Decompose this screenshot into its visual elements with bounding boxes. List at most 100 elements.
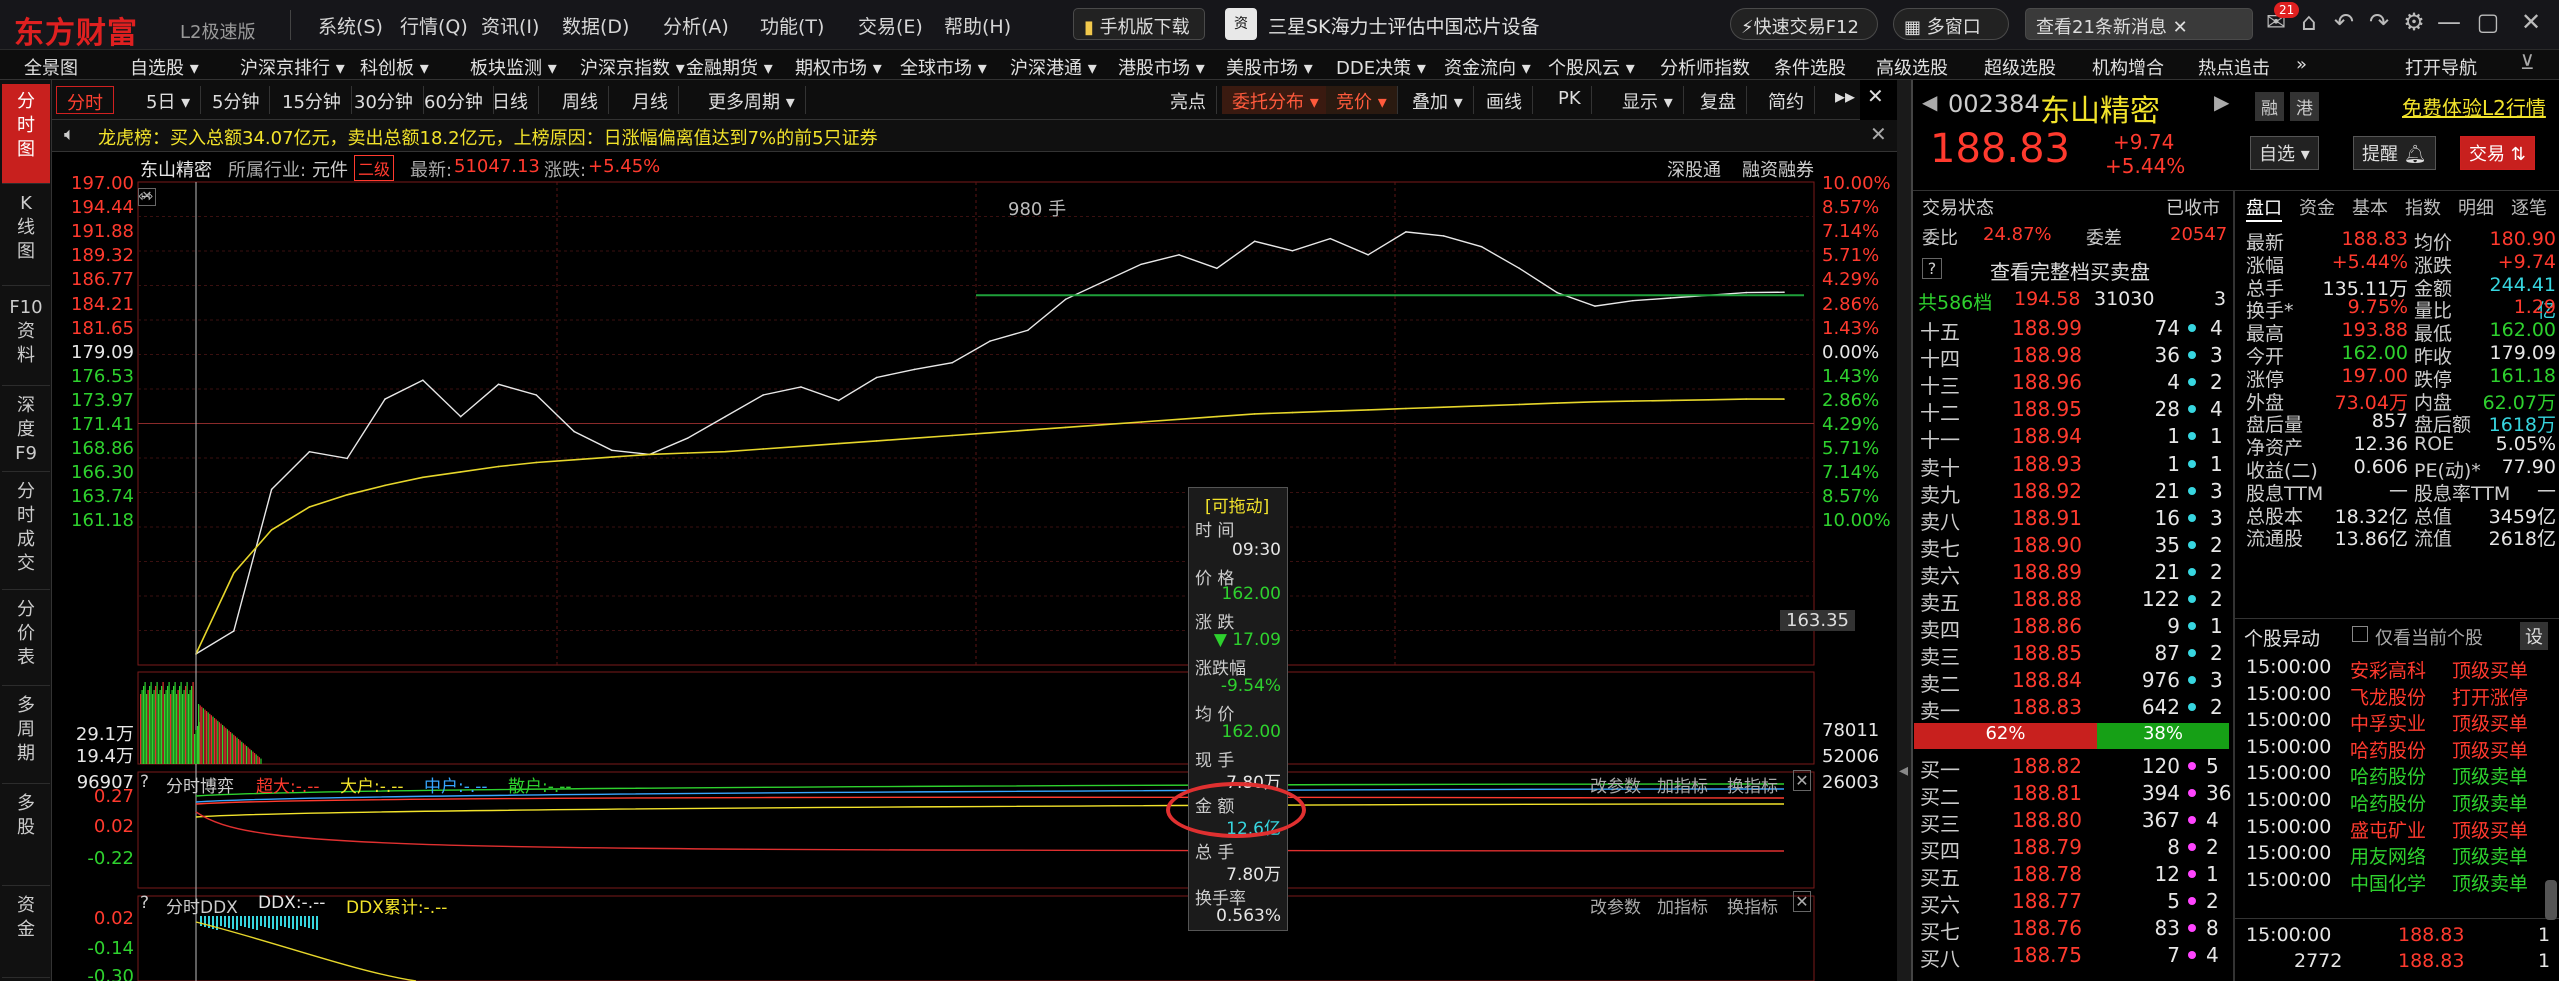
splitter-arrow-icon[interactable]: ◂ [1899,760,1908,781]
mobile-download-button[interactable]: ▮ 手机版下载 [1073,8,1205,40]
nav-item[interactable]: 自选股 ▾ [130,54,199,80]
next-stock-icon[interactable]: ▶ [2214,90,2229,114]
nav-item[interactable]: » [2296,54,2307,75]
subpanel2-close-icon[interactable]: ✕ [1793,891,1811,912]
stat-tab[interactable]: 基本 [2352,194,2388,220]
subpanel2-add[interactable]: 加指标 [1657,893,1708,918]
nav-item[interactable]: 沪深京指数 ▾ [580,54,685,80]
close-window-icon[interactable]: ✕ [2515,8,2547,40]
l2-trial-link[interactable]: 免费体验L2行情 [2402,92,2546,121]
watchlist-button[interactable]: 自选 ▾ [2250,136,2319,170]
banner-close-icon[interactable]: ✕ [1870,122,1887,146]
subpanel1-help-icon[interactable]: ? [140,772,149,792]
nav-item[interactable]: 沪深京排行 ▾ [240,54,345,80]
left-tab[interactable]: K 线 图 [2,186,50,286]
nav-item[interactable]: 超级选股 [1984,54,2056,80]
period-tab[interactable]: 30分钟 [344,86,424,114]
top-menu-item[interactable]: 分析(A) [663,12,729,39]
left-tab[interactable]: 多 周 期 [2,688,50,784]
nav-item[interactable]: 机构增合 [2092,54,2164,80]
subpanel2-title[interactable]: 分时DDX [166,893,238,918]
mover-name[interactable]: 飞龙股份 [2350,683,2426,710]
chart-tool[interactable]: 显示 ▾ [1612,86,1684,114]
stat-tab[interactable]: 逐笔 [2511,194,2547,220]
nav-item[interactable]: 港股市场 ▾ [1118,54,1205,80]
redo-icon[interactable]: ↷ [2363,8,2395,40]
stat-tab[interactable]: 明细 [2458,194,2494,220]
open-nav-button[interactable]: 打开导航 [2405,54,2477,80]
left-tab[interactable]: F10 资 料 [2,290,50,386]
book-help-icon[interactable]: ? [1922,258,1942,279]
nav-item[interactable]: 资金流向 ▾ [1444,54,1531,80]
stat-tab[interactable]: 资金 [2299,194,2335,220]
chart-tool[interactable]: 画线 [1476,86,1533,114]
left-tab[interactable]: 资 金 [2,888,50,978]
chart-tool[interactable]: 简约 [1758,86,1815,114]
minimize-icon[interactable]: — [2433,8,2465,40]
nav-collapse-icon[interactable]: ⊻ [2520,50,2535,74]
nav-item[interactable]: 期权市场 ▾ [795,54,882,80]
expand-icon[interactable]: ▸▸ [1835,84,1855,108]
nav-item[interactable]: 热点追击 [2198,54,2270,80]
subpanel2-swap[interactable]: 换指标 [1727,893,1778,918]
maximize-icon[interactable]: ▢ [2472,8,2504,40]
alert-button[interactable]: 提醒 🔔︎ [2353,136,2436,170]
nav-item[interactable]: 美股市场 ▾ [1226,54,1313,80]
quick-trade-button[interactable]: ⚡快速交易F12 [1730,8,1878,40]
top-menu-item[interactable]: 交易(E) [858,12,923,39]
period-tab[interactable]: 5分钟 [202,86,271,114]
news-headline-link[interactable]: 三星SK海力士评估中国芯片设备 [1268,12,1540,39]
mover-name[interactable]: 中孚实业 [2350,709,2426,736]
multi-window-button[interactable]: ▦ 多窗口 [1893,8,2009,40]
nav-item[interactable]: 高级选股 [1876,54,1948,80]
chart-tool[interactable]: 竞价 ▾ [1326,86,1398,114]
chart-close-icon[interactable]: ✕ [1867,84,1884,108]
nav-item[interactable]: 全球市场 ▾ [900,54,987,80]
mover-name[interactable]: 哈药股份 [2350,736,2426,763]
nav-item[interactable]: 分析师指数 [1660,54,1750,80]
top-menu-item[interactable]: 资讯(I) [481,12,539,39]
left-tab[interactable]: 分 时 成 交 [2,474,50,590]
subpanel1-swap[interactable]: 换指标 [1727,772,1778,797]
subpanel1-params[interactable]: 改参数 [1590,772,1641,797]
movers-checkbox[interactable] [2352,626,2368,642]
hk-tag[interactable]: 港 [2290,92,2319,121]
new-messages-button[interactable]: 查看21条新消息 ✕ [2025,8,2253,40]
chart-close-small-icon[interactable]: ✕ [138,188,156,206]
period-tab[interactable]: 周线 [552,86,609,114]
mover-name[interactable]: 哈药股份 [2350,789,2426,816]
left-tab[interactable]: 多 股 [2,786,50,886]
period-tab[interactable]: 5日 ▾ [136,86,202,114]
full-book-link[interactable]: 查看完整档买卖盘 [1990,256,2150,285]
chart-tool[interactable]: 复盘 [1690,86,1747,114]
stat-tab[interactable]: 指数 [2405,194,2441,220]
top-menu-item[interactable]: 行情(Q) [400,12,468,39]
period-tab[interactable]: 更多周期 ▾ [698,86,806,114]
top-menu-item[interactable]: 功能(T) [760,12,824,39]
period-tab[interactable]: 日线 [482,86,539,114]
left-tab[interactable]: 深 度 F9 [2,388,50,472]
mover-name[interactable]: 用友网络 [2350,842,2426,869]
settings-icon[interactable]: ⚙ [2398,8,2430,40]
chart-tool[interactable]: 亮点 [1160,86,1217,114]
top-menu-item[interactable]: 系统(S) [318,12,383,39]
period-tab[interactable]: 15分钟 [272,86,352,114]
chart-tool[interactable]: 叠加 ▾ [1402,86,1474,114]
left-tab[interactable]: 分 时 图 [2,84,50,184]
crosshair-tooltip[interactable]: [可拖动] 时 间 09:30 价 格 162.00 涨 跌 ▼ 17.09 涨… [1188,487,1288,931]
movers-checkbox-label[interactable]: 仅看当前个股 [2375,624,2483,650]
banner-text[interactable]: 龙虎榜：买入总额34.07亿元，卖出总额18.2亿元，上榜原因：日涨幅偏离值达到… [98,124,878,150]
top-menu-item[interactable]: 数据(D) [562,12,629,39]
mover-name[interactable]: 哈药股份 [2350,762,2426,789]
movers-scrollbar[interactable] [2545,880,2557,920]
top-menu-item[interactable]: 帮助(H) [944,12,1011,39]
nav-item[interactable]: 板块监测 ▾ [470,54,557,80]
nav-item[interactable]: DDE决策 ▾ [1336,54,1426,80]
margin-tag[interactable]: 融 [2255,92,2284,121]
movers-title[interactable]: 个股异动 [2244,624,2320,651]
prev-stock-icon[interactable]: ◀ [1922,90,1937,114]
nav-item[interactable]: 金融期货 ▾ [686,54,773,80]
subpanel1-add[interactable]: 加指标 [1657,772,1708,797]
undo-icon[interactable]: ↶ [2328,8,2360,40]
nav-item[interactable]: 条件选股 [1774,54,1846,80]
